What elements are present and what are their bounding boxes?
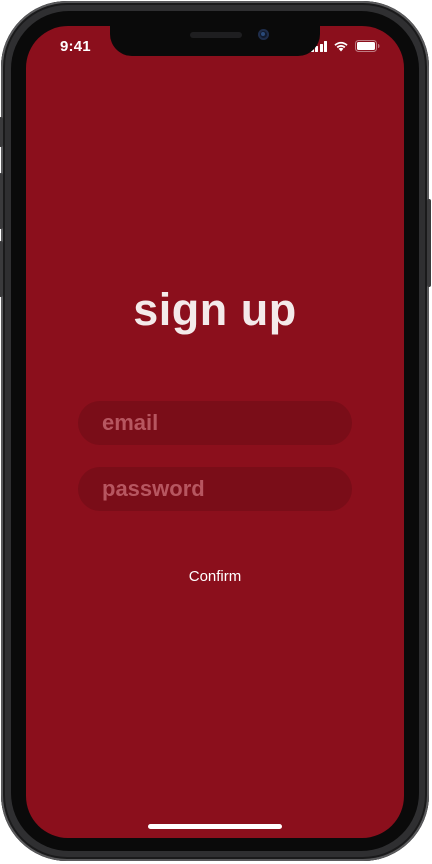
- power-button: [427, 199, 431, 287]
- status-time: 9:41: [60, 38, 91, 55]
- volume-up-button: [0, 173, 3, 229]
- password-field[interactable]: [78, 467, 352, 511]
- page-title: sign up: [133, 284, 297, 335]
- confirm-button[interactable]: Confirm: [165, 562, 265, 590]
- wifi-icon: [333, 40, 349, 52]
- earpiece-speaker: [190, 32, 242, 38]
- email-field[interactable]: [78, 401, 352, 445]
- screen: 9:41 sign up Confirm: [26, 26, 404, 838]
- volume-down-button: [0, 241, 3, 297]
- home-indicator[interactable]: [148, 824, 282, 829]
- status-icons: [310, 40, 381, 52]
- battery-icon: [355, 40, 380, 52]
- silent-switch: [0, 117, 3, 147]
- notch: [110, 26, 320, 56]
- front-camera-icon: [258, 29, 269, 40]
